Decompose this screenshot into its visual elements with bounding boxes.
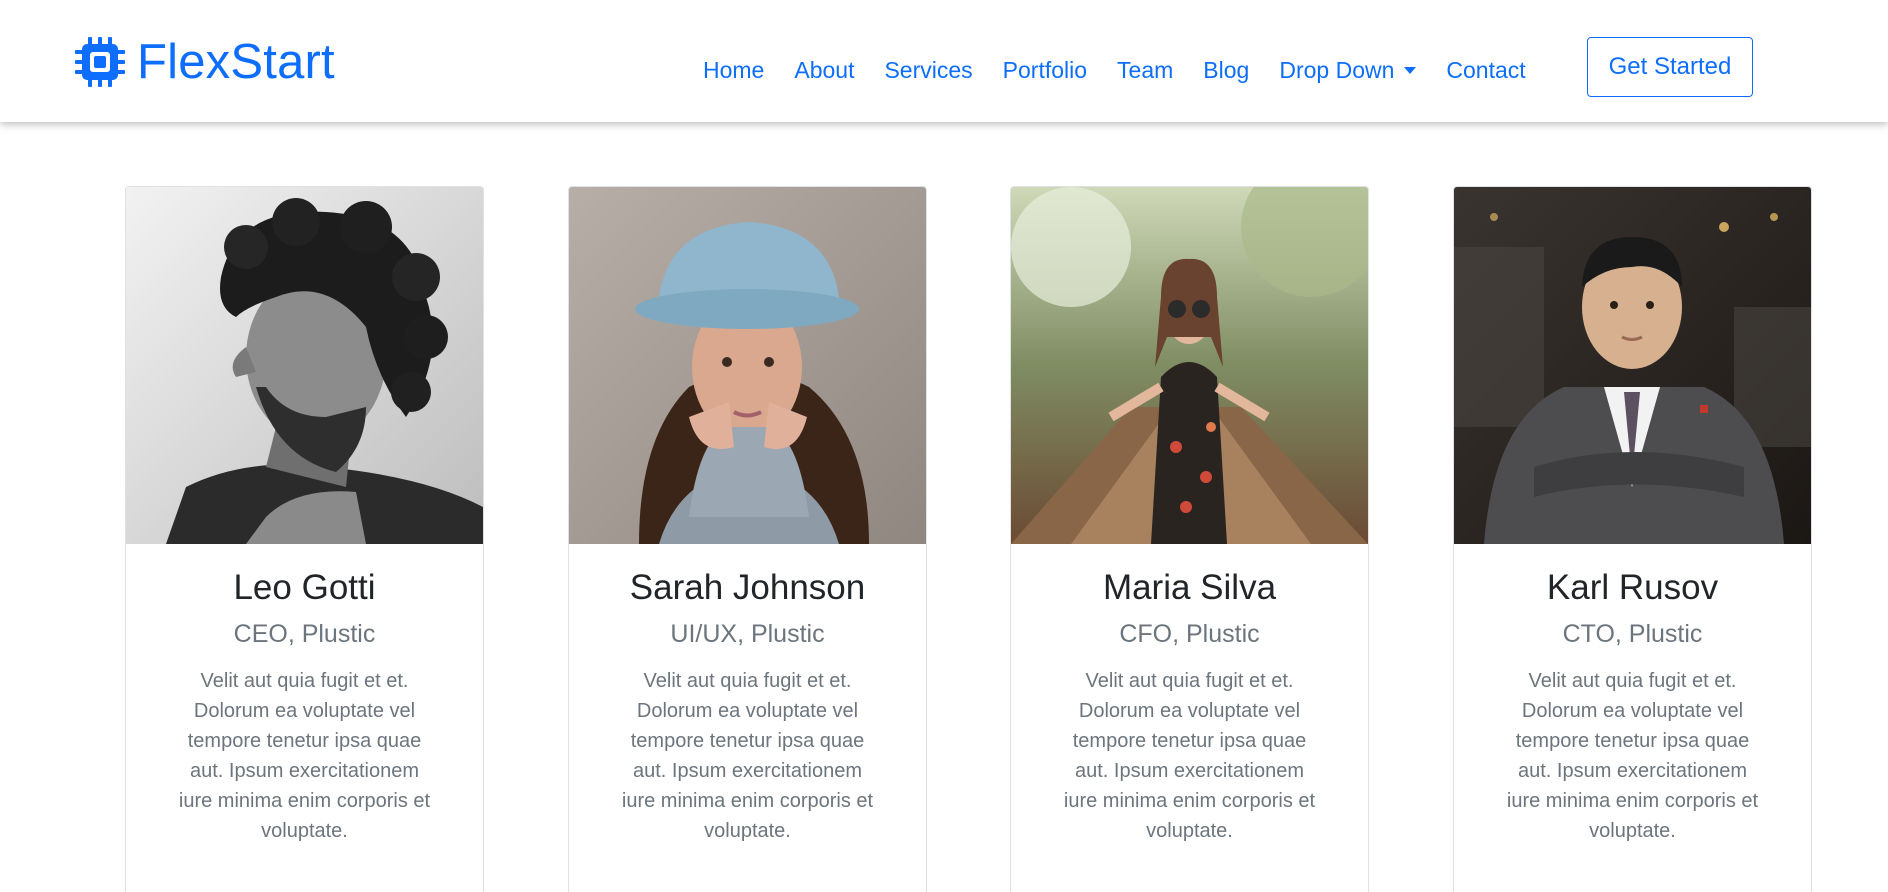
team-section: Leo Gotti CEO, Plustic Velit aut quia fu… bbox=[0, 122, 1888, 892]
nav-item-portfolio[interactable]: Portfolio bbox=[1003, 50, 1087, 90]
member-photo bbox=[569, 187, 926, 544]
nav-item-blog[interactable]: Blog bbox=[1203, 50, 1249, 90]
member-role: CFO, Plustic bbox=[1119, 620, 1260, 648]
member-bio: Velit aut quia fugit et et. Dolorum ea v… bbox=[621, 670, 874, 842]
nav-item-about[interactable]: About bbox=[794, 50, 854, 90]
member-bio: Velit aut quia fugit et et. Dolorum ea v… bbox=[1063, 670, 1316, 842]
member-name: Maria Silva bbox=[1102, 568, 1277, 607]
brand-name: FlexStart bbox=[137, 34, 335, 89]
nav-item-contact[interactable]: Contact bbox=[1446, 50, 1525, 90]
nav-item-dropdown-label: Drop Down bbox=[1279, 57, 1395, 83]
member-bio: Velit aut quia fugit et et. Dolorum ea v… bbox=[1506, 670, 1759, 842]
team-member-card: Sarah Johnson UI/UX, Plustic Velit aut q… bbox=[568, 186, 927, 892]
team-member-card: Karl Rusov CTO, Plustic Velit aut quia f… bbox=[1453, 186, 1812, 892]
main-nav: Home About Services Portfolio Team Blog … bbox=[703, 50, 1526, 90]
nav-item-home[interactable]: Home bbox=[703, 50, 764, 90]
member-role: CEO, Plustic bbox=[233, 620, 376, 648]
member-role: CTO, Plustic bbox=[1562, 620, 1703, 648]
member-bio: Velit aut quia fugit et et. Dolorum ea v… bbox=[178, 670, 431, 842]
member-name: Leo Gotti bbox=[233, 568, 376, 607]
nav-item-team[interactable]: Team bbox=[1117, 50, 1173, 90]
team-member-card: Maria Silva CFO, Plustic Velit aut quia … bbox=[1010, 186, 1369, 892]
member-role: UI/UX, Plustic bbox=[670, 620, 825, 648]
get-started-button[interactable]: Get Started bbox=[1587, 37, 1753, 97]
member-name: Karl Rusov bbox=[1546, 568, 1719, 607]
caret-down-icon bbox=[1404, 66, 1417, 74]
site-header: FlexStart Home About Services Portfolio … bbox=[0, 0, 1888, 122]
nav-item-dropdown[interactable]: Drop Down bbox=[1279, 50, 1417, 90]
member-name: Sarah Johnson bbox=[629, 568, 866, 607]
member-photo bbox=[1454, 187, 1811, 544]
member-photo bbox=[126, 187, 483, 544]
member-photo bbox=[1011, 187, 1368, 544]
team-member-card: Leo Gotti CEO, Plustic Velit aut quia fu… bbox=[125, 186, 484, 892]
nav-item-services[interactable]: Services bbox=[884, 50, 972, 90]
brand-logo-link[interactable]: FlexStart bbox=[73, 32, 335, 92]
cpu-chip-icon bbox=[75, 37, 125, 87]
